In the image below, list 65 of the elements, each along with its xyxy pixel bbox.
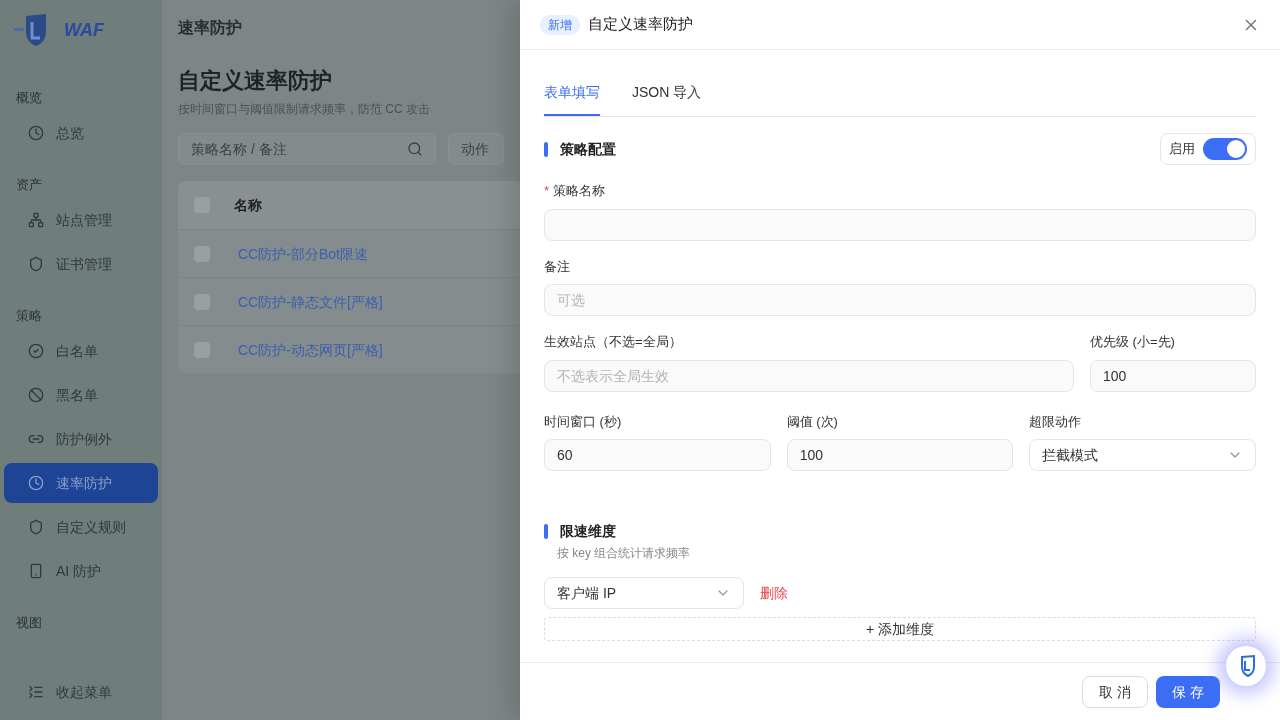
collapse-menu-button[interactable]: 收起菜单 [4,672,158,712]
policy-name-link[interactable]: CC防护-动态网页[严格] [238,339,383,360]
sites-input[interactable]: 不选表示全局生效 [544,359,1074,392]
add-dimension-button[interactable]: + 添加维度 [544,617,1256,641]
sidebar-item[interactable]: 速率防护 [4,463,158,503]
sidebar-group-label: 策略 [15,306,43,325]
sidebar-item[interactable]: 证书管理 [4,244,158,284]
page-title: 自定义速率防护 [178,67,333,95]
menu-icon [28,125,44,141]
remark-input[interactable]: 可选 [544,284,1256,316]
field-label-text: 阈值 (次) [786,413,838,429]
collapse-icon [28,684,44,700]
sidebar-item[interactable]: 黑名单 [4,375,158,415]
menu-icon [28,212,44,228]
action-select[interactable]: 动作 [448,133,504,165]
field-label-text: 时间窗口 (秒) [544,413,622,429]
menu-icon [28,343,44,359]
priority-input[interactable]: 100 [1090,359,1256,392]
logo-text: WAF [64,19,104,42]
policy-name-link[interactable]: CC防护-部分Bot限速 [238,243,368,264]
save-button[interactable]: 保 存 [1156,675,1220,708]
menu-icon [28,387,44,403]
section-title: 限速维度 [560,522,616,541]
section-marker [544,141,548,157]
column-header: 名称 [234,196,262,215]
switch-label: 启用 [1169,140,1195,159]
field-label-text: 超限动作 [1029,413,1082,429]
sidebar-item[interactable]: 站点管理 [4,200,158,240]
sidebar-item[interactable]: 自定义规则 [4,507,158,547]
search-field[interactable]: 策略名称 / 备注 [178,133,436,165]
new-badge: 新增 [540,14,580,35]
tab[interactable]: 表单填写 [544,70,600,116]
required-mark: * [544,183,550,198]
search-icon [407,141,423,157]
time-window-input[interactable]: 60 [544,439,771,471]
drawer-title: 自定义速率防护 [588,14,693,35]
tab[interactable]: JSON 导入 [632,70,702,116]
dimension-select[interactable]: 客户端 IP [544,577,744,609]
field-label-text: 优先级 (小=先) [1090,334,1175,349]
sidebar-item[interactable]: 白名单 [4,331,158,371]
search-placeholder: 策略名称 / 备注 [191,140,287,159]
delete-link[interactable]: 删除 [760,583,788,603]
policy-name-input[interactable] [544,208,1256,241]
section-marker [544,523,548,539]
sidebar-item[interactable]: 防护例外 [4,419,158,459]
header-title: 速率防护 [178,18,243,38]
sidebar-item[interactable]: 总览 [4,113,158,153]
section-subtitle: 按 key 组合统计请求频率 [557,545,692,561]
menu-icon [28,519,44,535]
menu-icon [28,563,44,579]
field-label-text: 备注 [544,258,570,274]
policy-name-link[interactable]: CC防护-静态文件[严格] [238,291,383,312]
action-select[interactable]: 拦截模式 [1029,439,1256,471]
menu-icon [28,475,44,491]
enable-switch[interactable] [1203,138,1247,160]
sidebar-item[interactable]: AI 防护 [4,551,158,591]
field-label-text: 策略名称 [553,183,606,198]
cancel-button[interactable]: 取 消 [1082,675,1149,708]
threshold-input[interactable]: 100 [786,439,1014,471]
sidebar-group-label: 视图 [15,613,43,632]
sidebar-group-label: 概览 [15,88,43,107]
field-label-text: 生效站点（不选=全局） [544,334,682,349]
menu-icon [28,256,44,272]
sidebar-group-label: 资产 [15,175,43,194]
section-title: 策略配置 [560,140,616,159]
